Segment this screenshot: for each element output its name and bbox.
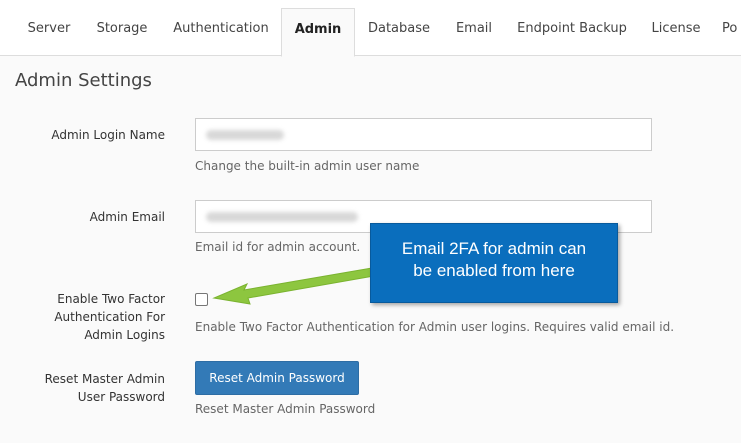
- admin-login-name-help: Change the built-in admin user name: [195, 159, 420, 173]
- two-factor-label: Enable Two Factor Authentication For Adm…: [54, 292, 165, 342]
- two-factor-help: Enable Two Factor Authentication for Adm…: [195, 320, 675, 334]
- redacted-value: [206, 212, 358, 222]
- section-title: Admin Settings: [15, 70, 152, 91]
- tab-admin[interactable]: Admin: [281, 8, 355, 57]
- admin-login-name-label: Admin Login Name: [51, 128, 165, 142]
- admin-email-help: Email id for admin account.: [195, 240, 361, 254]
- tab-authentication[interactable]: Authentication: [165, 8, 277, 56]
- annotation-callout: Email 2FA for admin can be enabled from …: [370, 223, 618, 303]
- tab-email[interactable]: Email: [447, 8, 501, 56]
- tab-partial[interactable]: Po: [722, 8, 741, 56]
- two-factor-checkbox[interactable]: [195, 293, 208, 306]
- redacted-value: [206, 130, 284, 140]
- reset-password-label: Reset Master Admin User Password: [44, 372, 165, 404]
- tab-server[interactable]: Server: [16, 8, 82, 56]
- tab-license[interactable]: License: [644, 8, 708, 56]
- tab-endpoint-backup[interactable]: Endpoint Backup: [510, 8, 634, 56]
- tab-database[interactable]: Database: [361, 8, 437, 56]
- settings-tab-bar: Server Storage Authentication Admin Data…: [0, 0, 741, 57]
- reset-password-help: Reset Master Admin Password: [195, 402, 376, 416]
- admin-login-name-input[interactable]: [195, 118, 652, 151]
- tab-storage[interactable]: Storage: [88, 8, 156, 56]
- admin-email-label: Admin Email: [89, 210, 165, 224]
- reset-admin-password-button[interactable]: Reset Admin Password: [195, 361, 359, 395]
